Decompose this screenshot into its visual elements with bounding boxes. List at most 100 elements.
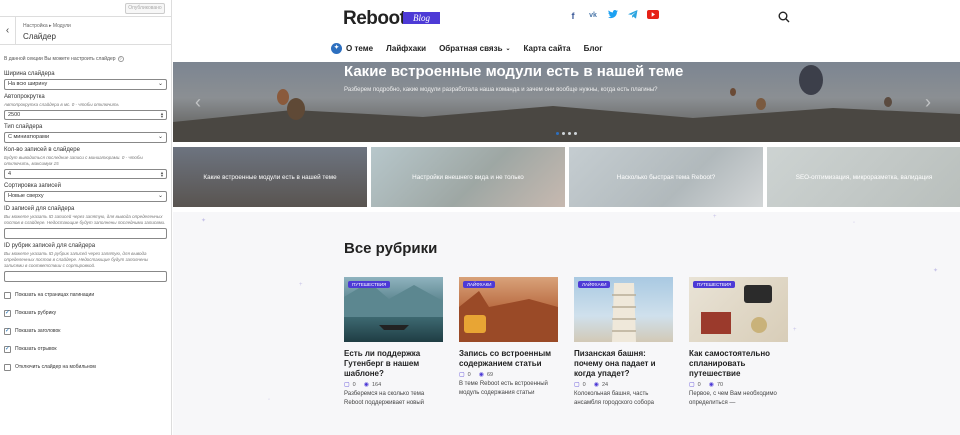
width-select[interactable]: На всю ширину ⌄ (4, 79, 167, 90)
checkbox[interactable] (4, 291, 11, 299)
eye-icon: ◉ (363, 382, 369, 388)
youtube-icon[interactable] (647, 10, 659, 22)
nav-item-blog[interactable]: Блог (584, 44, 603, 53)
chevron-right-icon[interactable]: › (925, 92, 931, 113)
section-heading: Все рубрики (344, 240, 438, 257)
count-input[interactable]: 4 ▲ ▼ (4, 169, 167, 179)
view-count: 24 (601, 381, 609, 388)
cat-ids-note: Вы можете указать ID рубрик записей чере… (4, 251, 149, 268)
slider-dots[interactable] (556, 132, 580, 135)
checkbox-show-excerpt[interactable]: ✓ Показать отрывок (4, 340, 167, 358)
nav-item-about[interactable]: О теме (346, 44, 373, 53)
eye-icon: ◉ (478, 372, 484, 378)
post-title[interactable]: Есть ли поддержка Гутенберг в нашем шабл… (344, 349, 444, 379)
comment-count: 0 (582, 381, 586, 388)
post-card[interactable]: ЛАЙФХАКИ Запись со встроенным содержание… (459, 277, 559, 398)
comment-icon: ▢ (344, 382, 350, 388)
search-icon[interactable] (778, 10, 790, 23)
section-title: Слайдер (23, 32, 56, 41)
post-image[interactable]: ПУТЕШЕСТВИЯ (344, 277, 443, 342)
thumbnail-tile[interactable]: SEO-оптимизация, микроразметка, валидаци… (767, 147, 960, 207)
comment-count: 0 (467, 371, 471, 378)
checkbox-label: Показать заголовок (15, 328, 61, 334)
post-card[interactable]: ПУТЕШЕСТВИЯ Как самостоятельно спланиров… (689, 277, 789, 408)
autoplay-note: Автопрокрутка слайдера в мс. 0 - чтобы о… (4, 102, 119, 107)
spinner-icon[interactable]: ▲ ▼ (160, 171, 164, 178)
type-select[interactable]: С миниатюрами ⌄ (4, 132, 167, 143)
chevron-down-icon[interactable]: ⌄ (506, 45, 511, 52)
slider-dot[interactable] (574, 132, 577, 135)
count-label: Кол-во записей в слайдере (4, 147, 80, 153)
chevron-down-icon: ⌄ (157, 134, 163, 140)
type-value: С миниатюрами (8, 134, 50, 140)
ids-note: Вы можете указать ID записей через запят… (4, 214, 166, 225)
thumbnail-tile[interactable]: Насколько быстрая тема Reboot? (569, 147, 763, 207)
checkbox-label: Показать на страницах пагинации (15, 292, 95, 298)
chevron-left-icon[interactable]: ‹ (195, 92, 201, 113)
post-image[interactable]: ЛАЙФХАКИ (574, 277, 673, 342)
post-title[interactable]: Как самостоятельно спланировать путешест… (689, 349, 789, 379)
compass-icon[interactable]: ✦ (331, 42, 342, 54)
thumbnail-tile[interactable]: Какие встроенные модули есть в нашей тем… (173, 147, 367, 207)
site-logo[interactable]: Reboot (343, 8, 406, 30)
sparkle-icon: ◦ (853, 220, 856, 226)
slider-dot[interactable] (568, 132, 571, 135)
autoplay-input[interactable]: 2500 ▲ ▼ (4, 110, 167, 120)
post-card[interactable]: ПУТЕШЕСТВИЯ Есть ли поддержка Гутенберг … (344, 277, 444, 408)
twitter-icon[interactable] (607, 10, 619, 22)
nav-item-lifehacks[interactable]: Лайфхаки (386, 44, 426, 53)
slider-dot[interactable] (556, 132, 559, 135)
hero-slider[interactable]: ‹ › Какие встроенные модули есть в нашей… (173, 62, 960, 142)
category-badge[interactable]: ЛАЙФХАКИ (578, 281, 611, 288)
facebook-icon[interactable]: f (567, 10, 579, 22)
ids-input[interactable] (4, 228, 167, 239)
comment-count: 0 (352, 381, 356, 388)
telegram-icon[interactable] (627, 10, 639, 22)
publish-button[interactable]: Опубликовано (125, 3, 165, 14)
checkbox[interactable] (4, 363, 11, 371)
hero-title[interactable]: Какие встроенные модули есть в нашей тем… (344, 63, 683, 80)
post-image[interactable]: ПУТЕШЕСТВИЯ (689, 277, 788, 342)
post-excerpt: Колокольная башня, часть ансамбля городс… (574, 391, 655, 406)
sparkle-icon: + (299, 282, 303, 288)
post-excerpt: Разберемся на сколько тема Reboot поддер… (344, 391, 425, 406)
post-title[interactable]: Запись со встроенным содержанием статьи (459, 349, 559, 369)
help-icon[interactable]: ? (117, 56, 124, 62)
checkbox[interactable]: ✓ (4, 345, 11, 353)
sort-select[interactable]: Новые сверху ⌄ (4, 191, 167, 202)
checkbox-pagination[interactable]: Показать на страницах пагинации (4, 286, 167, 304)
checkbox-show-title[interactable]: ✓ Показать заголовок (4, 322, 167, 340)
customizer-section-header: ‹ Настройка ▸ Модули Слайдер (0, 17, 171, 45)
comment-icon: ▢ (459, 372, 465, 378)
eye-icon: ◉ (593, 382, 599, 388)
width-value: На всю ширину (8, 81, 48, 87)
post-meta: ▢ 0 ◉ 69 (459, 371, 559, 379)
thumbnail-tile[interactable]: Настройки внешнего вида и не только (371, 147, 565, 207)
count-note: Будут выводиться последние записи с мини… (4, 155, 143, 166)
nav-item-sitemap[interactable]: Карта сайта (524, 44, 571, 53)
logo-badge: Blog (403, 12, 440, 24)
spinner-icon[interactable]: ▲ ▼ (160, 112, 164, 119)
checkbox-show-category[interactable]: ✓ Показать рубрику (4, 304, 167, 322)
category-badge[interactable]: ПУТЕШЕСТВИЯ (348, 281, 391, 288)
checkbox[interactable]: ✓ (4, 309, 11, 317)
post-card[interactable]: ЛАЙФХАКИ Пизанская башня: почему она пад… (574, 277, 674, 408)
back-arrow-icon[interactable]: ‹ (0, 17, 16, 45)
checkbox[interactable]: ✓ (4, 327, 11, 335)
post-image[interactable]: ЛАЙФХАКИ (459, 277, 558, 342)
category-badge[interactable]: ПУТЕШЕСТВИЯ (693, 281, 736, 288)
slider-thumbnails: Какие встроенные модули есть в нашей тем… (173, 147, 960, 207)
cat-ids-input[interactable] (4, 271, 167, 282)
checkbox-label: Отключить слайдер на мобильном (15, 364, 96, 370)
vk-icon[interactable]: vk (587, 10, 599, 22)
sparkle-icon: + (713, 214, 717, 220)
view-count: 164 (371, 381, 382, 388)
slider-dot[interactable] (562, 132, 565, 135)
category-badge[interactable]: ЛАЙФХАКИ (463, 281, 496, 288)
checkbox-disable-mobile[interactable]: Отключить слайдер на мобильном (4, 358, 167, 376)
view-count: 70 (716, 381, 724, 388)
comment-count: 0 (697, 381, 701, 388)
autoplay-label: Автопрокрутка (4, 94, 45, 100)
post-title[interactable]: Пизанская башня: почему она падает и ког… (574, 349, 674, 379)
nav-item-feedback[interactable]: Обратная связь (439, 44, 502, 53)
